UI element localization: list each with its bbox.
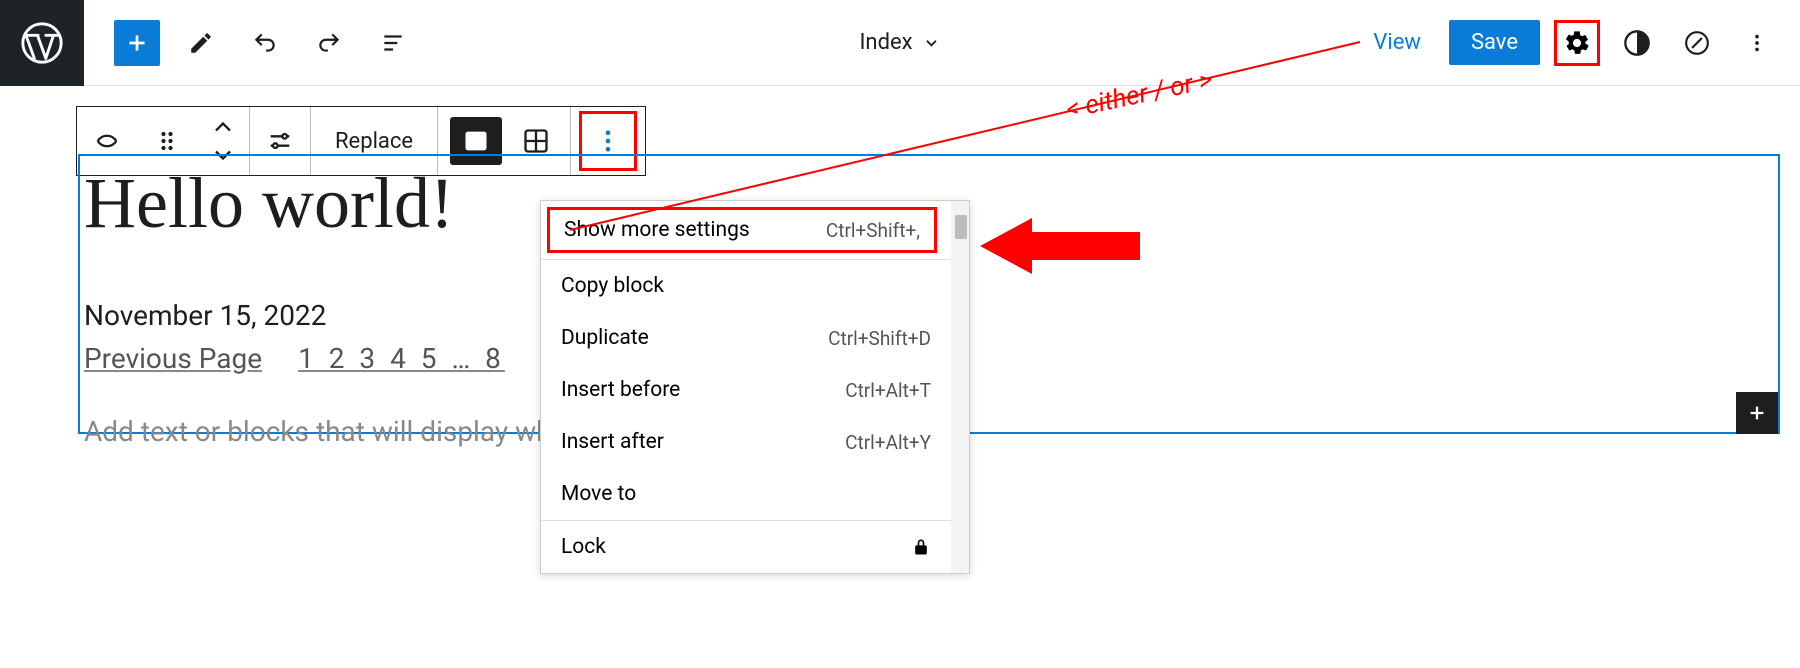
menu-shortcut: Ctrl+Shift+D xyxy=(828,327,931,350)
undo-icon[interactable] xyxy=(242,20,288,66)
view-link[interactable]: View xyxy=(1359,30,1435,55)
edit-tool-icon[interactable] xyxy=(178,20,224,66)
menu-label: Copy block xyxy=(561,274,664,298)
wp-logo-icon[interactable] xyxy=(0,0,84,86)
menu-item-copy-block[interactable]: Copy block xyxy=(541,260,951,312)
annotation-arrow xyxy=(980,218,1140,274)
menu-item-show-more-settings[interactable]: Show more settings Ctrl+Shift+, xyxy=(547,207,937,253)
menu-item-insert-before[interactable]: Insert before Ctrl+Alt+T xyxy=(541,364,951,416)
menu-label: Show more settings xyxy=(564,218,750,242)
menu-shortcut: Ctrl+Alt+Y xyxy=(845,431,931,454)
menu-item-duplicate[interactable]: Duplicate Ctrl+Shift+D xyxy=(541,312,951,364)
redo-icon[interactable] xyxy=(306,20,352,66)
menu-shortcut: Ctrl+Shift+, xyxy=(826,219,920,242)
preview-button[interactable] xyxy=(1674,20,1720,66)
menu-label: Insert before xyxy=(561,378,680,402)
right-tool-group: View Save xyxy=(1359,20,1800,66)
add-block-button[interactable] xyxy=(114,20,160,66)
menu-item-insert-after[interactable]: Insert after Ctrl+Alt+Y xyxy=(541,416,951,468)
prev-page-link[interactable]: Previous Page xyxy=(84,342,262,375)
save-button[interactable]: Save xyxy=(1449,20,1540,65)
top-header-bar: Index View Save xyxy=(0,0,1800,86)
dots-vertical-icon xyxy=(594,127,622,155)
menu-label: Duplicate xyxy=(561,326,649,350)
contrast-icon xyxy=(1623,29,1651,57)
gear-icon xyxy=(1563,29,1591,57)
template-title-label: Index xyxy=(859,30,912,55)
menu-item-move-to[interactable]: Move to xyxy=(541,468,951,520)
menu-label: Move to xyxy=(561,482,636,506)
chevron-down-icon xyxy=(923,34,941,52)
template-title[interactable]: Index xyxy=(859,30,940,55)
dots-vertical-icon xyxy=(1746,32,1768,54)
menu-item-lock[interactable]: Lock xyxy=(541,521,951,573)
chevron-up-icon xyxy=(209,113,237,141)
menu-label: Insert after xyxy=(561,430,664,454)
styles-button[interactable] xyxy=(1614,20,1660,66)
settings-button[interactable] xyxy=(1554,20,1600,66)
list-view-icon[interactable] xyxy=(370,20,416,66)
more-options-button[interactable] xyxy=(1734,20,1780,66)
compass-icon xyxy=(1684,30,1710,56)
page-numbers[interactable]: 1 2 3 4 5 … 8 xyxy=(298,342,505,375)
lock-icon xyxy=(911,537,931,557)
menu-shortcut: Ctrl+Alt+T xyxy=(845,379,931,402)
scrollbar[interactable] xyxy=(951,201,969,573)
block-context-menu: Show more settings Ctrl+Shift+, Copy blo… xyxy=(540,200,970,574)
left-tool-group xyxy=(84,20,416,66)
menu-label: Lock xyxy=(561,535,606,559)
inline-add-block-button[interactable] xyxy=(1736,392,1778,434)
